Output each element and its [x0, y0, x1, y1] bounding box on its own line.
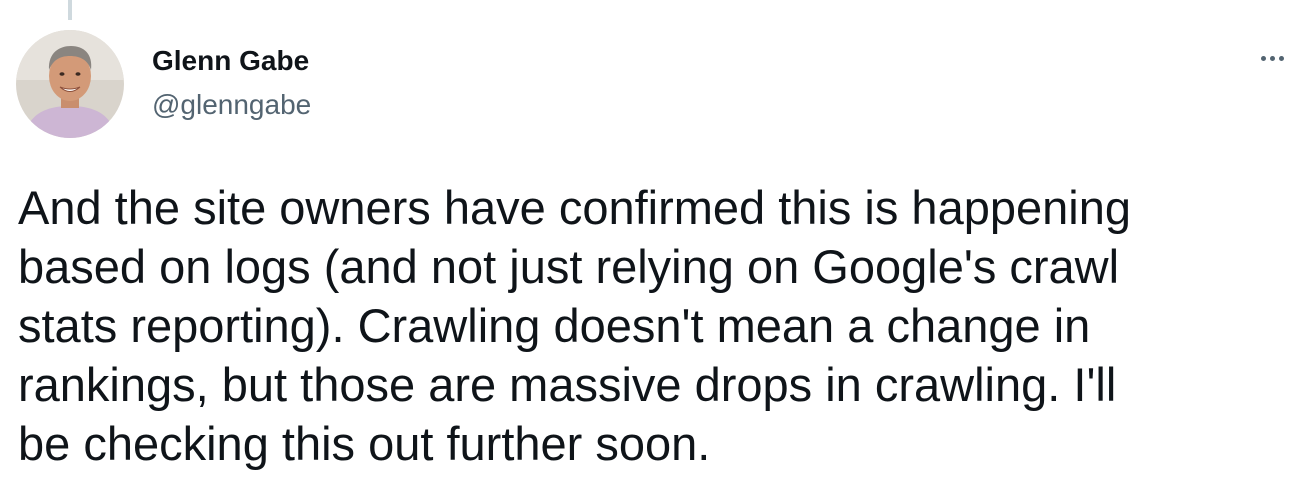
more-horizontal-icon	[1260, 55, 1266, 61]
user-avatar-icon	[16, 30, 124, 138]
avatar[interactable]	[16, 30, 124, 138]
more-horizontal-icon	[1269, 55, 1275, 61]
tweet-text-line: rankings, but those are massive drops in…	[18, 358, 1117, 411]
tweet-text-line: And the site owners have confirmed this …	[18, 181, 1131, 234]
more-options-button[interactable]	[1252, 44, 1292, 72]
author-handle[interactable]: @glenngabe	[152, 88, 311, 122]
tweet-text: And the site owners have confirmed this …	[18, 178, 1298, 473]
author-name[interactable]: Glenn Gabe	[152, 44, 309, 78]
tweet-text-line: based on logs (and not just relying on G…	[18, 240, 1120, 293]
tweet-text-line: stats reporting). Crawling doesn't mean …	[18, 299, 1091, 352]
more-horizontal-icon	[1278, 55, 1284, 61]
thread-connector-line	[68, 0, 72, 20]
tweet-text-line: be checking this out further soon.	[18, 417, 711, 470]
